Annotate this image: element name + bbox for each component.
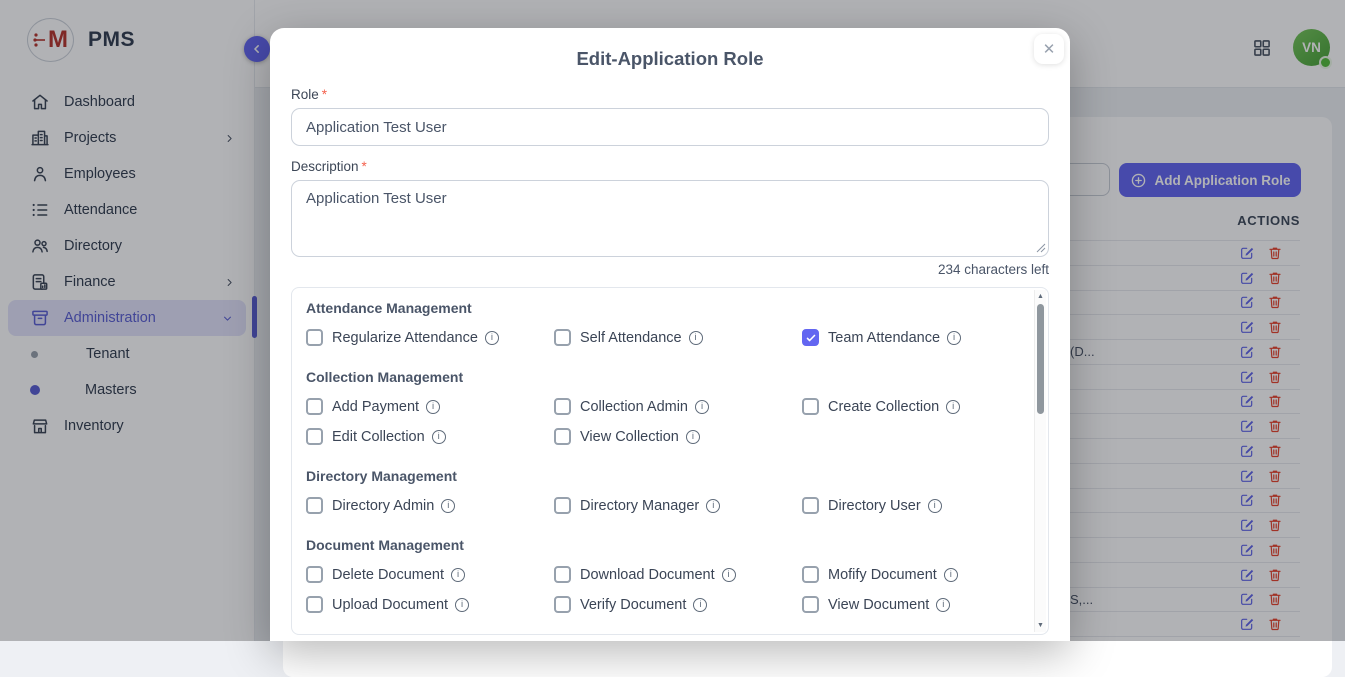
checkbox-unchecked[interactable] [802, 398, 819, 415]
checkbox-unchecked[interactable] [802, 596, 819, 613]
info-icon[interactable]: i [946, 400, 960, 414]
permission-label: Collection Admin [580, 399, 688, 415]
info-icon[interactable]: i [693, 598, 707, 612]
permission-grid: Directory AdminiDirectory ManageriDirect… [306, 497, 1008, 514]
permission-label: Directory Admin [332, 498, 434, 514]
edit-application-role-modal: Edit-Application Role ✕ Role* Descriptio… [270, 28, 1070, 641]
info-icon[interactable]: i [689, 331, 703, 345]
permission-item: Verify Document i [554, 596, 802, 613]
info-icon[interactable]: i [455, 598, 469, 612]
permission-group-title: Attendance Management [306, 300, 1008, 316]
permission-item: Self Attendance i [554, 329, 802, 346]
permission-label: Regularize Attendance [332, 330, 478, 346]
info-icon[interactable]: i [432, 430, 446, 444]
info-icon[interactable]: i [706, 499, 720, 513]
info-icon[interactable]: i [944, 568, 958, 582]
info-icon[interactable]: i [441, 499, 455, 513]
scroll-down-arrow[interactable]: ▼ [1035, 622, 1046, 629]
description-field-label: Description* [291, 159, 1049, 174]
permission-group-title: Document Management [306, 537, 1008, 553]
permission-label: Directory Manager [580, 498, 699, 514]
permission-label: Create Collection [828, 399, 939, 415]
checkbox-unchecked[interactable] [802, 497, 819, 514]
permission-item: Team Attendance i [802, 329, 1008, 346]
info-icon[interactable]: i [451, 568, 465, 582]
permission-item: Delete Document i [306, 566, 554, 583]
info-icon[interactable]: i [947, 331, 961, 345]
permission-label: Self Attendance [580, 330, 682, 346]
permission-label: Add Payment [332, 399, 419, 415]
permission-item: View Collection i [554, 428, 802, 445]
permissions-scrollbar: ▲ ▼ [1034, 290, 1046, 632]
checkbox-unchecked[interactable] [554, 566, 571, 583]
info-icon[interactable]: i [695, 400, 709, 414]
checkbox-unchecked[interactable] [306, 428, 323, 445]
permission-group-title: Directory Management [306, 468, 1008, 484]
permission-item: Mofify Document i [802, 566, 1008, 583]
checkbox-unchecked[interactable] [554, 428, 571, 445]
permission-label: View Document [828, 597, 929, 613]
info-icon[interactable]: i [485, 331, 499, 345]
checkbox-unchecked[interactable] [306, 566, 323, 583]
permission-label: Edit Collection [332, 429, 425, 445]
permission-item: Directory Admin i [306, 497, 554, 514]
permission-item: Directory User i [802, 497, 1008, 514]
checkbox-unchecked[interactable] [554, 398, 571, 415]
info-icon[interactable]: i [686, 430, 700, 444]
checkbox-unchecked[interactable] [554, 329, 571, 346]
checkbox-unchecked[interactable] [306, 497, 323, 514]
info-icon[interactable]: i [936, 598, 950, 612]
checkbox-unchecked[interactable] [306, 329, 323, 346]
permission-item: Download Document i [554, 566, 802, 583]
permission-grid: Add PaymentiCollection AdminiCreate Coll… [306, 398, 1008, 445]
info-icon[interactable]: i [722, 568, 736, 582]
info-icon[interactable]: i [928, 499, 942, 513]
resize-grip-icon[interactable] [1036, 243, 1046, 253]
permission-item: Edit Collection i [306, 428, 554, 445]
permission-item: Create Collection i [802, 398, 1008, 415]
checkbox-unchecked[interactable] [306, 596, 323, 613]
required-mark: * [322, 87, 327, 102]
permission-item: Add Payment i [306, 398, 554, 415]
info-icon[interactable]: i [426, 400, 440, 414]
checkbox-unchecked[interactable] [554, 497, 571, 514]
characters-left-counter: 234 characters left [291, 262, 1049, 277]
permission-group-title: Collection Management [306, 369, 1008, 385]
permission-label: Upload Document [332, 597, 448, 613]
permission-label: View Collection [580, 429, 679, 445]
description-textarea[interactable]: Application Test User [291, 180, 1049, 257]
permission-label: Directory User [828, 498, 921, 514]
permission-label: Delete Document [332, 567, 444, 583]
checkbox-checked[interactable] [802, 329, 819, 346]
required-mark: * [362, 159, 367, 174]
permission-label: Team Attendance [828, 330, 940, 346]
checkbox-unchecked[interactable] [802, 566, 819, 583]
scrollbar-thumb[interactable] [1037, 304, 1044, 414]
close-icon[interactable]: ✕ [1034, 34, 1064, 64]
permission-label: Download Document [580, 567, 715, 583]
permission-grid: Delete DocumentiDownload DocumentiMofify… [306, 566, 1008, 613]
checkbox-unchecked[interactable] [554, 596, 571, 613]
permissions-panel: Attendance Management Regularize Attendan… [291, 287, 1049, 635]
permission-item: Upload Document i [306, 596, 554, 613]
checkbox-unchecked[interactable] [306, 398, 323, 415]
permission-item: Regularize Attendance i [306, 329, 554, 346]
role-field-label: Role* [291, 87, 1049, 102]
permission-item: Directory Manager i [554, 497, 802, 514]
modal-title: Edit-Application Role [291, 48, 1049, 74]
permission-label: Mofify Document [828, 567, 937, 583]
permission-item: Collection Admin i [554, 398, 802, 415]
role-input[interactable] [291, 108, 1049, 146]
permission-groups: Attendance Management Regularize Attendan… [306, 300, 1008, 613]
permission-item: View Document i [802, 596, 1008, 613]
permission-grid: Regularize AttendanceiSelf AttendanceiTe… [306, 329, 1008, 346]
scroll-up-arrow[interactable]: ▲ [1035, 293, 1046, 300]
permission-label: Verify Document [580, 597, 686, 613]
